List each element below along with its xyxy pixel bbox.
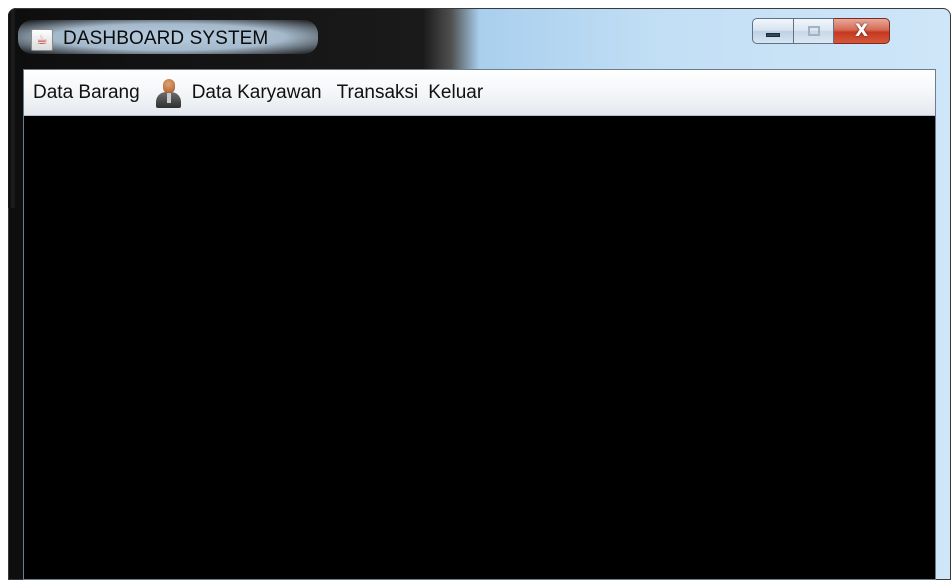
menu-transaksi[interactable]: Transaksi bbox=[332, 70, 424, 116]
window-title: DASHBOARD SYSTEM bbox=[63, 28, 269, 49]
menu-data-karyawan[interactable]: Data Karyawan bbox=[150, 70, 327, 116]
user-icon bbox=[155, 78, 182, 108]
title-bar[interactable]: ☕ DASHBOARD SYSTEM X bbox=[8, 8, 951, 70]
menu-keluar[interactable]: Keluar bbox=[423, 70, 488, 116]
caption-buttons: X bbox=[752, 18, 942, 46]
menu-label: Keluar bbox=[428, 81, 484, 103]
desktop-content-pane bbox=[24, 116, 935, 579]
client-area: Data Barang Data Karyawan Transaksi Kelu… bbox=[23, 69, 936, 580]
java-icon[interactable]: ☕ bbox=[31, 29, 53, 51]
menu-data-barang[interactable]: Data Barang bbox=[24, 70, 145, 116]
menu-label: Data Barang bbox=[33, 81, 140, 103]
minimize-button[interactable] bbox=[752, 18, 794, 44]
close-icon: X bbox=[854, 21, 869, 41]
minimize-icon bbox=[766, 33, 780, 37]
menu-bar: Data Barang Data Karyawan Transaksi Kelu… bbox=[24, 70, 935, 116]
maximize-button[interactable] bbox=[794, 18, 834, 44]
close-button[interactable]: X bbox=[834, 18, 890, 44]
menu-label: Transaksi bbox=[336, 81, 419, 103]
application-window: ☕ DASHBOARD SYSTEM X Data Barang Data Ka… bbox=[8, 8, 951, 580]
menu-label: Data Karyawan bbox=[191, 81, 322, 103]
maximize-icon bbox=[807, 26, 820, 36]
